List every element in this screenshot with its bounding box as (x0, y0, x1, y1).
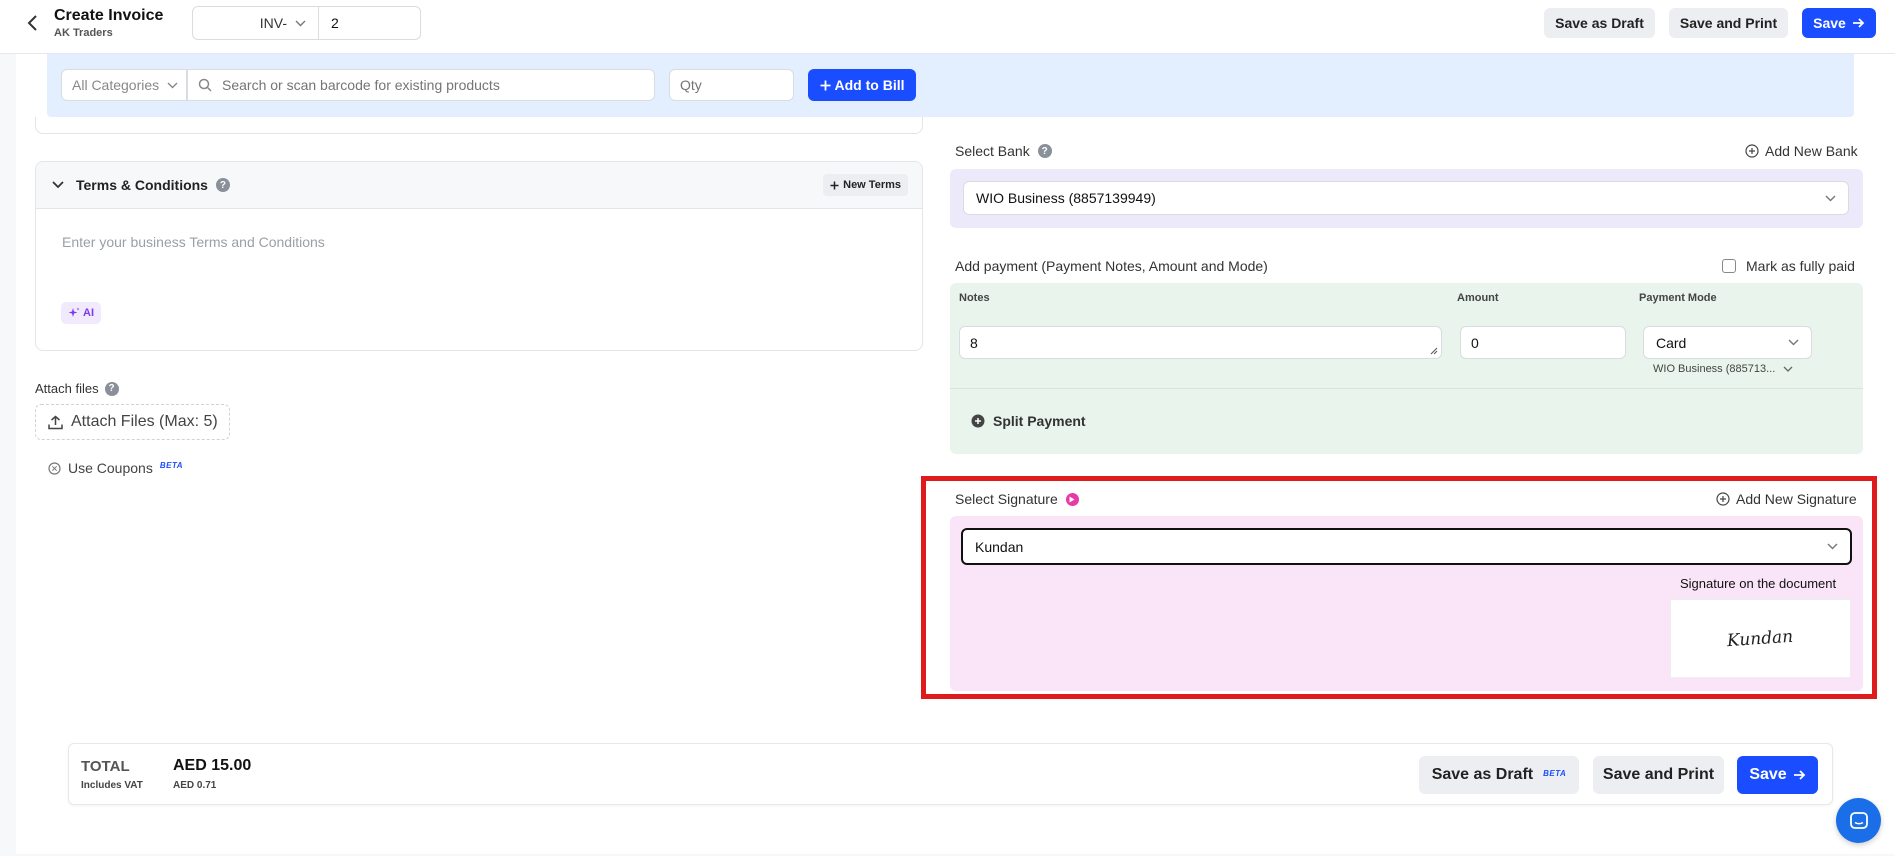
terms-placeholder[interactable]: Enter your business Terms and Conditions (62, 234, 325, 250)
vat-label: Includes VAT (81, 780, 143, 791)
chevron-down-icon (1825, 195, 1836, 201)
terms-header[interactable]: Terms & Conditions ? New Terms (36, 162, 922, 209)
terms-card: Terms & Conditions ? New Terms Enter you… (35, 161, 923, 351)
split-payment-label: Split Payment (993, 413, 1086, 429)
footer-save-draft-button[interactable]: Save as Draft BETA (1419, 756, 1579, 794)
coupon-icon (48, 461, 61, 475)
payment-mode-value: Card (1656, 334, 1687, 351)
chat-support-button[interactable] (1836, 798, 1881, 843)
split-payment-button[interactable]: Split Payment (971, 413, 1086, 429)
attach-files-button-label: Attach Files (Max: 5) (71, 413, 218, 430)
use-coupons-label: Use Coupons (68, 460, 153, 476)
select-bank-title: Select Bank (955, 143, 1030, 159)
payment-divider (950, 388, 1863, 389)
total-amount: AED 15.00 (173, 757, 252, 774)
search-icon (198, 78, 212, 92)
arrow-right-icon (1852, 18, 1865, 28)
bank-select-value: WIO Business (8857139949) (976, 190, 1156, 206)
chat-icon (1849, 811, 1868, 829)
resize-handle-icon[interactable] (1430, 347, 1438, 355)
chevron-down-icon (1788, 339, 1799, 346)
mark-fully-paid-checkbox[interactable]: Mark as fully paid (1722, 258, 1855, 274)
beta-badge: BETA (159, 460, 184, 470)
help-icon[interactable]: ? (1037, 144, 1052, 158)
notes-column-header: Notes (959, 292, 990, 304)
help-icon[interactable]: ? (215, 178, 230, 192)
total-label: TOTAL (81, 758, 130, 775)
footer-save-label: Save (1749, 766, 1787, 783)
header-save-print-button[interactable]: Save and Print (1669, 8, 1788, 38)
select-bank-label: Select Bank ? (955, 143, 1052, 159)
attach-files-label: Attach files ? (35, 381, 119, 396)
new-terms-button[interactable]: New Terms (823, 174, 908, 196)
terms-title: Terms & Conditions (76, 177, 208, 193)
chevron-down-icon (167, 82, 178, 88)
add-to-bill-button[interactable]: Add to Bill (808, 69, 916, 101)
arrow-right-icon (1793, 770, 1805, 780)
plus-icon (830, 181, 839, 189)
add-new-bank-link[interactable]: Add New Bank (1745, 143, 1858, 159)
amount-column-header: Amount (1457, 292, 1499, 304)
add-payment-label: Add payment (Payment Notes, Amount and M… (955, 258, 1268, 274)
sparkle-icon (68, 307, 80, 317)
use-coupons-link[interactable]: Use Coupons BETA (48, 460, 183, 476)
ai-button[interactable]: AI (61, 302, 101, 324)
chevron-down-icon (295, 20, 306, 26)
invoice-number-input[interactable] (319, 6, 421, 40)
signature-highlight-box (921, 476, 1877, 699)
plus-circle-icon (971, 414, 985, 428)
chevron-down-icon (1783, 366, 1793, 372)
page-title: Create Invoice (54, 7, 164, 24)
payment-bank-select[interactable]: WIO Business (885713... (1653, 363, 1793, 375)
items-card-bottom (35, 117, 923, 134)
mark-fully-paid-label: Mark as fully paid (1746, 258, 1855, 274)
top-header: Create Invoice AK Traders INV- Save as D… (0, 0, 1895, 54)
payment-mode-select[interactable]: Card (1643, 326, 1812, 359)
invoice-prefix-value: INV- (259, 15, 287, 31)
attach-files-title: Attach files (35, 381, 99, 396)
add-to-bill-label: Add to Bill (834, 77, 905, 93)
qty-input[interactable] (669, 69, 794, 101)
category-select[interactable]: All Categories (61, 69, 187, 101)
checkbox-box[interactable] (1722, 259, 1736, 273)
product-search-box[interactable] (187, 69, 655, 101)
footer-save-print-button[interactable]: Save and Print (1593, 756, 1724, 794)
chevron-left-icon (27, 15, 37, 31)
payment-notes-field[interactable]: 8 (959, 326, 1442, 359)
plus-circle-icon (1745, 144, 1759, 158)
header-save-button[interactable]: Save (1802, 8, 1876, 38)
vat-amount: AED 0.71 (173, 780, 217, 791)
payment-amount-field[interactable]: 0 (1460, 326, 1626, 359)
product-search-input[interactable] (222, 77, 642, 93)
attach-files-button[interactable]: Attach Files (Max: 5) (35, 404, 230, 440)
footer-save-button[interactable]: Save (1737, 756, 1818, 794)
upload-icon (48, 415, 63, 429)
business-name: AK Traders (54, 27, 113, 39)
new-terms-label: New Terms (843, 179, 901, 191)
bank-select[interactable]: WIO Business (8857139949) (963, 181, 1849, 215)
chevron-down-icon[interactable] (52, 181, 64, 189)
add-new-bank-label: Add New Bank (1765, 143, 1858, 159)
beta-badge: BETA (1543, 768, 1567, 778)
footer-save-draft-label: Save as Draft (1431, 766, 1534, 783)
payment-mode-column-header: Payment Mode (1639, 292, 1717, 304)
category-select-value: All Categories (72, 77, 160, 93)
help-icon[interactable]: ? (104, 381, 119, 396)
header-save-label: Save (1813, 15, 1846, 31)
header-save-draft-button[interactable]: Save as Draft (1544, 8, 1655, 38)
back-button[interactable] (20, 11, 44, 35)
payment-notes-value: 8 (970, 334, 978, 351)
invoice-prefix-select[interactable]: INV- (192, 6, 319, 40)
ai-label: AI (83, 307, 94, 319)
plus-icon (820, 80, 830, 90)
payment-bank-value: WIO Business (885713... (1653, 363, 1776, 375)
